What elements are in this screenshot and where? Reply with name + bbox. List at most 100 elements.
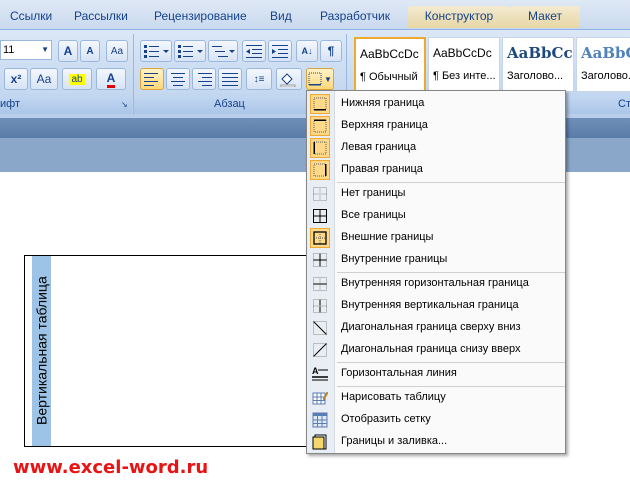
border-top-icon [310, 116, 330, 136]
tab-view[interactable]: Вид [262, 6, 300, 28]
border-bottom-icon [310, 94, 330, 114]
align-left-button[interactable] [140, 68, 164, 90]
chevron-down-icon: ▼ [41, 45, 49, 54]
ribbon-tab-bar: Ссылки Рассылки Рецензирование Вид Разра… [0, 0, 630, 30]
menu-item-borders-and-shading[interactable]: Границы и заливка... [307, 431, 565, 453]
style-name: ¶ Без инте... [433, 70, 496, 82]
font-size-value: 11 [3, 44, 15, 56]
watermark: www.excel-word.ru [13, 457, 209, 478]
menu-item-inside-vertical-border[interactable]: Внутренняя вертикальная граница [307, 295, 565, 317]
menu-item-label: Внутренние границы [341, 253, 448, 265]
menu-item-horizontal-line[interactable]: A Горизонтальная линия [307, 363, 565, 385]
style-card-heading-2[interactable]: AaBbCc Заголово... [576, 37, 630, 92]
highlight-color-button[interactable]: ab [62, 68, 92, 90]
border-diagonal-down-icon [312, 320, 328, 336]
svg-text:A: A [312, 366, 319, 376]
decrease-indent-button[interactable] [242, 40, 266, 62]
border-right-icon [310, 160, 330, 180]
numbering-icon [178, 45, 203, 58]
group-styles-label: Ст [618, 98, 630, 110]
pilcrow-icon: ¶ [327, 44, 335, 58]
numbering-button[interactable] [174, 40, 206, 62]
menu-item-draw-table[interactable]: Нарисовать таблицу [307, 387, 565, 409]
clear-formatting-icon: Aa [110, 45, 124, 57]
line-spacing-button[interactable]: ↕≡ [246, 68, 272, 90]
menu-item-no-border[interactable]: Нет границы [307, 183, 565, 205]
menu-item-top-border[interactable]: Верхняя граница [307, 115, 565, 137]
border-inside-icon [312, 252, 328, 268]
border-all-icon [312, 208, 328, 224]
style-card-normal[interactable]: AaBbCcDc ¶ Обычный [354, 37, 426, 92]
style-sample: AaBbCcDc [433, 46, 492, 60]
style-name: Заголово... [507, 70, 564, 82]
menu-item-label: Отобразить сетку [341, 413, 431, 425]
style-card-heading-1[interactable]: AaBbCc Заголово... [502, 37, 574, 92]
tab-developer[interactable]: Разработчик [312, 6, 398, 28]
tab-layout[interactable]: Макет [510, 6, 580, 28]
border-bottom-icon [308, 72, 322, 86]
border-diagonal-up-icon [312, 342, 328, 358]
style-name: Заголово... [581, 70, 630, 82]
font-color-icon: A [106, 71, 116, 88]
group-paragraph-label: Абзац [214, 98, 245, 110]
border-inside-vertical-icon [312, 298, 328, 314]
menu-item-label: Все границы [341, 209, 406, 221]
style-card-no-spacing[interactable]: AaBbCcDc ¶ Без инте... [428, 37, 500, 92]
vertical-cell-text: Вертикальная таблица [33, 276, 50, 426]
menu-item-label: Правая граница [341, 163, 423, 175]
dialog-launcher-icon[interactable]: ↘ [121, 100, 128, 109]
superscript-button[interactable]: x² [4, 68, 28, 90]
shrink-font-icon: A [86, 45, 94, 57]
align-center-button[interactable] [166, 68, 190, 90]
borders-and-shading-icon [312, 434, 328, 450]
increase-indent-button[interactable] [268, 40, 292, 62]
align-center-icon [171, 73, 185, 86]
menu-item-diagonal-down-border[interactable]: Диагональная граница сверху вниз [307, 317, 565, 339]
align-right-icon [198, 73, 212, 86]
multilevel-list-button[interactable] [208, 40, 238, 62]
shrink-font-button[interactable]: A [80, 40, 100, 62]
align-left-icon [144, 73, 158, 86]
menu-item-label: Левая граница [341, 141, 417, 153]
menu-item-right-border[interactable]: Правая граница [307, 159, 565, 181]
menu-item-label: Границы и заливка... [341, 435, 448, 447]
menu-item-bottom-border[interactable]: Нижняя граница [307, 93, 565, 115]
font-size-combo[interactable]: 11 ▼ [0, 40, 52, 60]
show-formatting-marks-button[interactable]: ¶ [320, 40, 342, 62]
style-name: ¶ Обычный [360, 71, 418, 83]
shading-button[interactable] [276, 68, 302, 90]
style-sample: AaBbCcDc [360, 47, 419, 61]
menu-item-label: Верхняя граница [341, 119, 428, 131]
borders-menu: Нижняя граница Верхняя граница Левая гра… [306, 90, 566, 454]
tab-review[interactable]: Рецензирование [146, 6, 255, 28]
tab-design[interactable]: Конструктор [408, 6, 510, 28]
multilevel-list-icon [212, 46, 235, 57]
align-right-button[interactable] [192, 68, 216, 90]
tab-references[interactable]: Ссылки [2, 6, 60, 28]
menu-item-view-gridlines[interactable]: Отобразить сетку [307, 409, 565, 431]
increase-indent-icon [272, 45, 288, 58]
border-left-icon [310, 138, 330, 158]
borders-dropdown-button[interactable]: ▼ [306, 68, 334, 90]
justify-button[interactable] [218, 68, 242, 90]
horizontal-line-icon: A [312, 366, 328, 382]
bullets-button[interactable] [140, 40, 172, 62]
tab-mailings[interactable]: Рассылки [66, 6, 136, 28]
menu-item-inside-borders[interactable]: Внутренние границы [307, 249, 565, 271]
menu-item-outside-borders[interactable]: Внешние границы [307, 227, 565, 249]
clear-formatting-button[interactable]: Aa [106, 40, 128, 62]
menu-item-label: Горизонтальная линия [341, 367, 457, 379]
change-case-button[interactable]: Aa [30, 68, 58, 90]
menu-item-all-borders[interactable]: Все границы [307, 205, 565, 227]
menu-item-inside-horizontal-border[interactable]: Внутренняя горизонтальная граница [307, 273, 565, 295]
superscript-icon: x² [10, 72, 22, 86]
sort-button[interactable]: A↓ [296, 40, 318, 62]
menu-item-diagonal-up-border[interactable]: Диагональная граница снизу вверх [307, 339, 565, 361]
font-color-button[interactable]: A [96, 68, 126, 90]
grow-font-button[interactable]: A [58, 40, 78, 62]
menu-item-label: Нарисовать таблицу [341, 391, 446, 403]
grow-font-icon: A [63, 44, 73, 58]
menu-item-left-border[interactable]: Левая граница [307, 137, 565, 159]
draw-table-icon [312, 390, 329, 406]
view-gridlines-icon [312, 412, 328, 428]
